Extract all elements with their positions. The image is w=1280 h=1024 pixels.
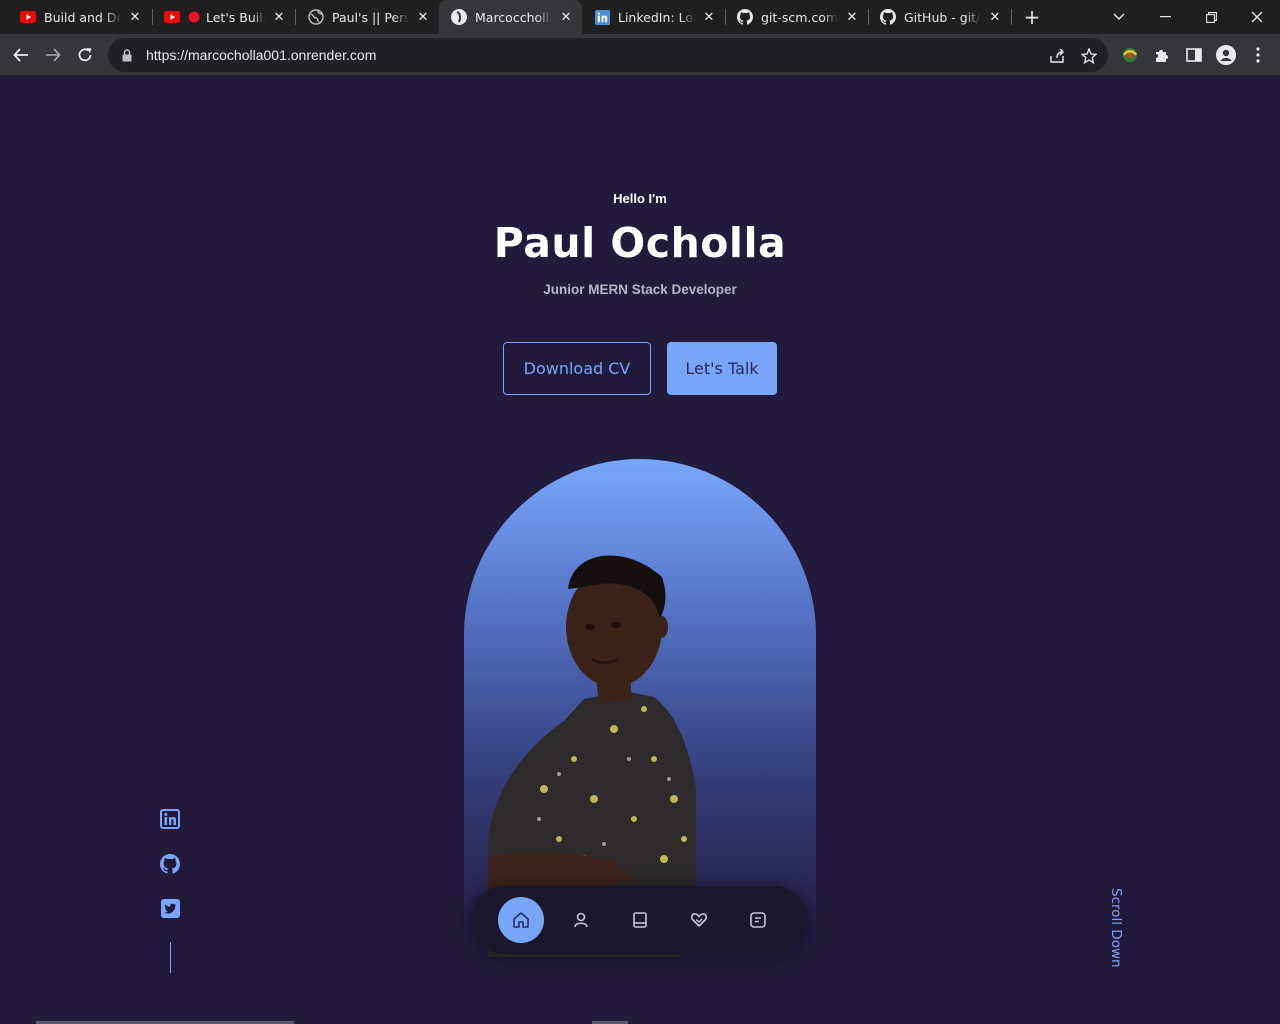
nav-experience-button[interactable] bbox=[617, 897, 663, 943]
extension-icon[interactable] bbox=[1119, 44, 1141, 66]
profile-arch bbox=[464, 459, 816, 957]
twitter-link[interactable] bbox=[160, 898, 180, 918]
bookmark-star-icon[interactable] bbox=[1079, 46, 1099, 66]
tab-title: Build and Deploy a bbox=[44, 9, 121, 25]
browser-tab[interactable]: git-scm.com/book ✕ bbox=[725, 0, 868, 34]
linkedin-link[interactable] bbox=[160, 809, 180, 829]
browser-tab[interactable]: Paul's || Personal ✕ bbox=[296, 0, 439, 34]
github-icon bbox=[880, 9, 896, 25]
hero-greeting: Hello I'm bbox=[613, 191, 667, 206]
close-icon[interactable]: ✕ bbox=[844, 9, 860, 25]
youtube-icon bbox=[164, 9, 180, 25]
social-divider-line bbox=[170, 942, 171, 973]
reload-icon[interactable] bbox=[70, 40, 100, 70]
scroll-down-link[interactable]: Scroll Down bbox=[1106, 888, 1124, 972]
browser-tab-active[interactable]: Marcoccholla ✕ bbox=[439, 0, 582, 34]
linkedin-icon bbox=[160, 809, 180, 829]
menu-dots-icon[interactable] bbox=[1247, 44, 1269, 66]
close-icon[interactable]: ✕ bbox=[558, 9, 574, 25]
tab-title: git-scm.com/book bbox=[761, 9, 838, 25]
forward-arrow-icon[interactable] bbox=[38, 40, 68, 70]
user-icon bbox=[574, 912, 588, 928]
nav-home-button[interactable] bbox=[498, 897, 544, 943]
url-text[interactable]: https://marcocholla001.onrender.com bbox=[146, 47, 376, 63]
nav-about-button[interactable] bbox=[558, 897, 604, 943]
close-icon[interactable]: ✕ bbox=[127, 9, 143, 25]
close-icon[interactable]: ✕ bbox=[271, 9, 287, 25]
minimize-icon[interactable] bbox=[1142, 0, 1188, 34]
services-icon bbox=[690, 913, 708, 927]
window-close-icon[interactable] bbox=[1234, 0, 1280, 34]
nav-services-button[interactable] bbox=[676, 897, 722, 943]
portfolio-page: Hello I'm Paul Ocholla Junior MERN Stack… bbox=[0, 77, 1280, 1024]
globe-icon bbox=[308, 9, 324, 25]
close-icon[interactable]: ✕ bbox=[701, 9, 717, 25]
hero-name: Paul Ocholla bbox=[493, 219, 787, 267]
share-icon[interactable] bbox=[1047, 46, 1067, 66]
tab-title: GitHub - git/git bbox=[904, 9, 981, 25]
browser-tab[interactable]: LinkedIn: Log In ✕ bbox=[582, 0, 725, 34]
github-link[interactable] bbox=[160, 854, 180, 874]
new-tab-button[interactable]: + bbox=[1020, 5, 1044, 29]
side-panel-icon[interactable] bbox=[1183, 44, 1205, 66]
browser-tab[interactable]: Build and Deploy a ✕ bbox=[8, 0, 151, 34]
browser-tab-strip: Build and Deploy a ✕ Let's Build a ✕ Pau… bbox=[0, 0, 1280, 34]
browser-toolbar: https://marcocholla001.onrender.com bbox=[0, 34, 1280, 76]
close-icon[interactable]: ✕ bbox=[415, 9, 431, 25]
download-cv-button[interactable]: Download CV bbox=[503, 342, 651, 395]
bottom-nav bbox=[471, 886, 808, 954]
youtube-icon bbox=[20, 9, 36, 25]
tab-search-icon[interactable] bbox=[1096, 0, 1142, 34]
back-arrow-icon[interactable] bbox=[6, 40, 36, 70]
lets-talk-button[interactable]: Let's Talk bbox=[667, 342, 777, 395]
tab-title: LinkedIn: Log In bbox=[618, 9, 695, 25]
nav-contact-button[interactable] bbox=[735, 897, 781, 943]
close-icon[interactable]: ✕ bbox=[987, 9, 1003, 25]
restore-icon[interactable] bbox=[1188, 0, 1234, 34]
browser-tab[interactable]: GitHub - git/git ✕ bbox=[868, 0, 1011, 34]
live-dot-icon bbox=[188, 9, 200, 25]
message-icon bbox=[750, 912, 766, 928]
address-bar[interactable]: https://marcocholla001.onrender.com bbox=[108, 38, 1108, 72]
profile-photo bbox=[488, 555, 696, 957]
home-icon bbox=[513, 912, 529, 928]
twitter-icon bbox=[160, 898, 180, 918]
hero-role: Junior MERN Stack Developer bbox=[543, 282, 737, 297]
github-icon bbox=[160, 854, 180, 874]
puzzle-icon[interactable] bbox=[1151, 44, 1173, 66]
tab-separator bbox=[1011, 9, 1012, 25]
github-icon bbox=[737, 9, 753, 25]
linkedin-icon bbox=[594, 9, 610, 25]
lock-icon[interactable] bbox=[122, 48, 134, 62]
book-icon bbox=[633, 912, 647, 928]
tab-title: Marcoccholla bbox=[475, 9, 552, 25]
browser-tab[interactable]: Let's Build a ✕ bbox=[152, 0, 295, 34]
tab-title: Let's Build a bbox=[206, 9, 265, 25]
site-avatar-icon bbox=[451, 9, 467, 25]
profile-avatar-icon[interactable] bbox=[1215, 44, 1237, 66]
tab-title: Paul's || Personal bbox=[332, 9, 409, 25]
